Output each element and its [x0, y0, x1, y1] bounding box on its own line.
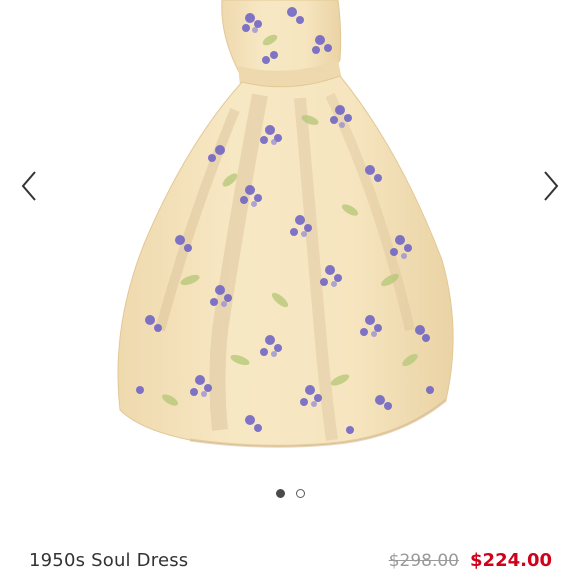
carousel-pagination: [0, 489, 580, 498]
product-title[interactable]: 1950s Soul Dress: [29, 550, 188, 571]
price-group: $298.00 $224.00: [389, 550, 552, 571]
chevron-right-icon: [544, 171, 559, 201]
carousel-dot-1[interactable]: [275, 489, 285, 498]
original-price: $298.00: [388, 551, 460, 571]
product-info-bar: 1950s Soul Dress $298.00 $224.00: [0, 540, 580, 580]
chevron-left-icon: [21, 171, 36, 201]
image-carousel[interactable]: [0, 0, 580, 520]
carousel-next-button[interactable]: [536, 168, 566, 204]
sale-price: $224.00: [470, 550, 552, 571]
product-image: [117, 0, 454, 448]
carousel-prev-button[interactable]: [14, 168, 44, 204]
carousel-dot-2[interactable]: [295, 489, 305, 498]
